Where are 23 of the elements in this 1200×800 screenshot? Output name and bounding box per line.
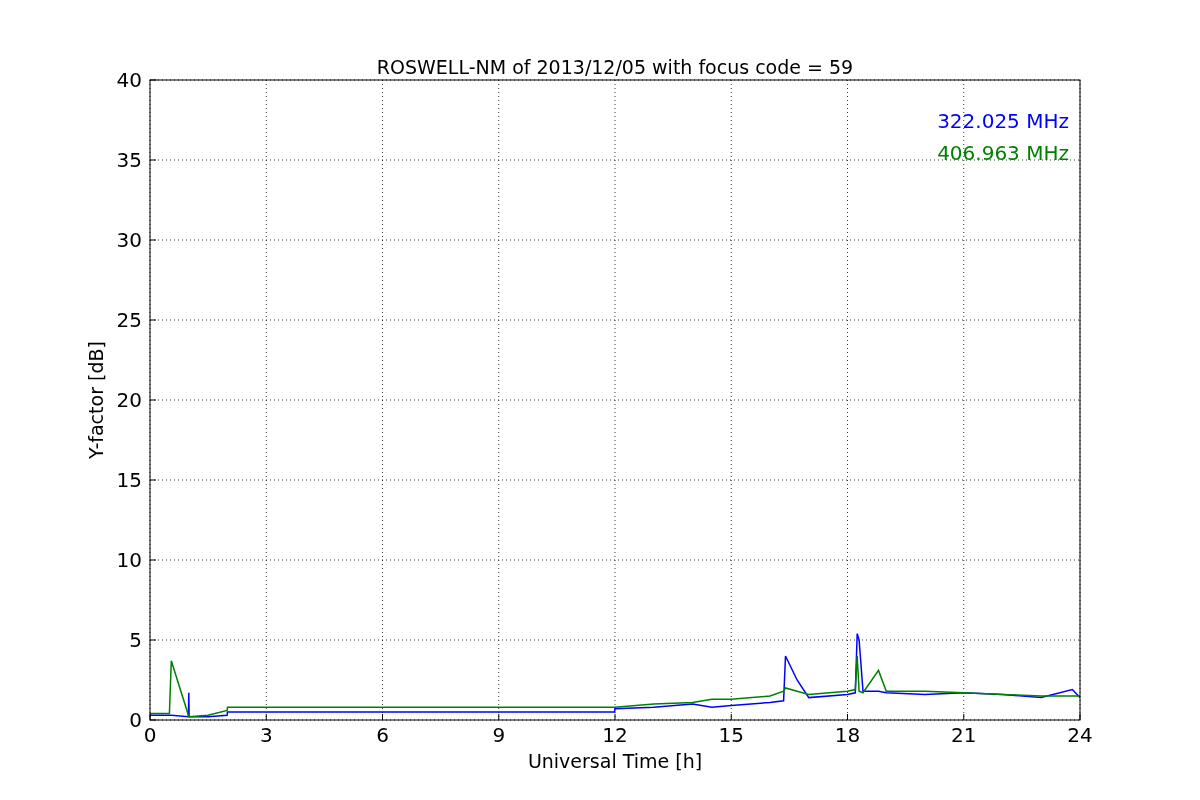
legend-label: 406.963 MHz (937, 141, 1069, 165)
y-tick-label: 0 (129, 708, 142, 732)
y-tick-label: 30 (116, 228, 142, 252)
chart-title: ROSWELL-NM of 2013/12/05 with focus code = 59 (376, 56, 854, 78)
x-tick-label: 9 (492, 723, 506, 747)
y-tick-label: 5 (129, 628, 142, 652)
x-tick-label: 6 (376, 723, 389, 747)
y-tick-label: 25 (116, 308, 142, 332)
x-tick-label: 24 (1067, 723, 1093, 747)
y-tick-label: 40 (116, 68, 142, 92)
y-tick-label: 20 (116, 388, 142, 412)
x-tick-label: 12 (602, 723, 628, 747)
x-axis-label: Universal Time [h] (527, 750, 703, 772)
y-axis-label: Y-factor [dB] (85, 341, 107, 459)
x-tick-label: 3 (259, 723, 273, 747)
x-tick-label: 15 (718, 723, 744, 747)
x-tick-label: 21 (951, 723, 977, 747)
y-tick-label: 35 (116, 148, 142, 172)
y-tick-label: 15 (116, 468, 142, 492)
x-tick-label: 18 (834, 723, 861, 747)
legend-label: 322.025 MHz (937, 109, 1069, 133)
y-tick-label: 10 (116, 548, 142, 572)
x-tick-label: 0 (143, 723, 157, 747)
